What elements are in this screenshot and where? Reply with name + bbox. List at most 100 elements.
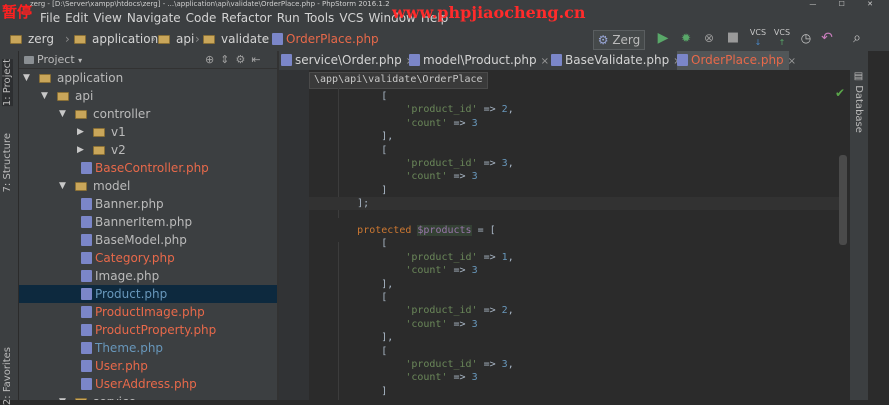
editor-tab[interactable]: model\Product.php × — [409, 51, 549, 70]
nav-crumb-application[interactable]: application — [74, 28, 158, 51]
code-line[interactable]: ] — [309, 184, 839, 197]
target-icon[interactable]: ⊕ — [205, 53, 220, 66]
chevron-down-icon[interactable]: ▼ — [23, 69, 30, 87]
tree-file[interactable]: BaseController.php — [19, 159, 277, 177]
tree-folder[interactable]: ▼ api — [19, 87, 277, 105]
tree-file[interactable]: UserAddress.php — [19, 375, 277, 393]
tree-file[interactable]: ProductImage.php — [19, 303, 277, 321]
menu-item-code[interactable]: Code — [186, 11, 217, 25]
history-icon[interactable]: ◷ — [797, 28, 815, 48]
menu-item-navigate[interactable]: Navigate — [127, 11, 181, 25]
nav-crumb-validate[interactable]: validate — [203, 28, 269, 51]
menu-item-tools[interactable]: Tools — [305, 11, 335, 25]
chevron-down-icon[interactable]: ▼ — [59, 105, 66, 123]
menu-item-run[interactable]: Run — [277, 11, 300, 25]
search-icon[interactable]: ⌕ — [848, 28, 866, 48]
revert-icon[interactable]: ↶ — [818, 28, 836, 48]
tree-file[interactable]: Category.php — [19, 249, 277, 267]
menu-item-view[interactable]: View — [93, 11, 121, 25]
code-line[interactable]: 'count' => 3 — [309, 371, 839, 384]
code-line[interactable]: 'product_id' => 1, — [309, 251, 839, 264]
code-line[interactable]: [ — [309, 345, 839, 358]
chevron-down-icon[interactable]: ▼ — [59, 177, 66, 195]
code-line[interactable]: protected $products = [ — [309, 224, 839, 237]
tab-project-tool[interactable]: 1: Project — [2, 59, 13, 107]
gear-icon[interactable]: ⚙ — [235, 53, 251, 66]
tree-folder[interactable]: ▶ v2 — [19, 141, 277, 159]
menu-item-vcs[interactable]: VCS — [339, 11, 363, 25]
tree-folder[interactable]: ▶ v1 — [19, 123, 277, 141]
nav-crumb-file[interactable]: OrderPlace.php — [272, 28, 379, 51]
code-line[interactable]: [ — [309, 291, 839, 304]
menu-item-refactor[interactable]: Refactor — [221, 11, 271, 25]
stop-icon[interactable]: ■ — [724, 28, 742, 48]
tree-folder[interactable]: ▼ application — [19, 69, 277, 87]
bug-icon[interactable]: ✹ — [677, 28, 695, 48]
coverage-icon[interactable]: ⊗ — [700, 28, 718, 48]
code-line[interactable] — [309, 211, 839, 224]
tree-item-label: controller — [93, 107, 151, 121]
code-line[interactable]: ], — [309, 130, 839, 143]
nav-crumb-api[interactable]: api — [158, 28, 194, 51]
close-icon[interactable]: × — [541, 56, 549, 67]
menu-item-file[interactable]: File — [40, 11, 60, 25]
editor-tab[interactable]: OrderPlace.php × — [677, 51, 796, 70]
project-view-select[interactable]: Project ▾ — [37, 51, 82, 69]
code-line[interactable]: ] — [309, 385, 839, 398]
php-file-icon — [81, 342, 92, 354]
code-line[interactable]: 'product_id' => 3, — [309, 157, 839, 170]
code-line[interactable]: 'count' => 3 — [309, 264, 839, 277]
chevron-right-icon[interactable]: ▶ — [77, 123, 84, 141]
code-line[interactable]: 'count' => 3 — [309, 117, 839, 130]
tab-database-tool[interactable]: ▤ Database — [853, 71, 864, 133]
tree-file[interactable]: Image.php — [19, 267, 277, 285]
code-token: 'count' — [405, 117, 448, 129]
code-token: => — [477, 305, 502, 317]
code-line[interactable]: 'count' => 3 — [309, 318, 839, 331]
tree-file[interactable]: BaseModel.php — [19, 231, 277, 249]
code-line[interactable]: 'count' => 3 — [309, 170, 839, 183]
chevron-down-icon[interactable]: ▼ — [59, 393, 66, 400]
tree-folder[interactable]: ▼ model — [19, 177, 277, 195]
collapse-icon[interactable]: ⇕ — [220, 53, 235, 66]
window-controls[interactable]: — ☐ ✕ — [809, 0, 883, 9]
chevron-down-icon[interactable]: ▼ — [41, 87, 48, 105]
code-editor[interactable]: \app\api\validate\OrderPlace [ 'product_… — [279, 70, 850, 400]
tree-folder[interactable]: ▼ service — [19, 393, 277, 400]
editor-tab[interactable]: BaseValidate.php× — [551, 51, 682, 70]
editor-tab[interactable]: service\Order.php× — [281, 51, 414, 70]
run-config-select[interactable]: ⚙ Zerg ▾ — [593, 30, 645, 64]
nav-crumb-zerg[interactable]: zerg — [10, 28, 54, 51]
code-token: 'product_id' — [405, 251, 478, 263]
tab-structure-tool[interactable]: 7: Structure — [2, 133, 13, 192]
code-line[interactable]: 'product_id' => 2, — [309, 304, 839, 317]
menu-item-edit[interactable]: Edit — [65, 11, 88, 25]
code-token: [ — [309, 91, 388, 102]
code-line[interactable]: [ — [309, 90, 839, 103]
tree-file[interactable]: Banner.php — [19, 195, 277, 213]
code-line[interactable]: 'product_id' => 3, — [309, 358, 839, 371]
code-line[interactable]: ]; — [309, 197, 839, 211]
code-line[interactable]: 'product_id' => 2, — [309, 103, 839, 116]
tab-favorites-tool[interactable]: 2: Favorites — [2, 347, 13, 405]
play-icon[interactable]: ▶ — [655, 28, 671, 48]
vcs-commit-icon[interactable]: VCS ↑ — [772, 28, 792, 48]
tree-file[interactable]: Product.php — [19, 285, 277, 303]
tree-file[interactable]: BannerItem.php — [19, 213, 277, 231]
vcs-update-icon[interactable]: VCS ↓ — [748, 28, 768, 48]
hide-icon[interactable]: ⇤ — [251, 53, 266, 66]
code-line[interactable]: ], — [309, 278, 839, 291]
code-line[interactable]: [ — [309, 237, 839, 250]
tree-file[interactable]: Theme.php — [19, 339, 277, 357]
chevron-right-icon[interactable]: ▶ — [77, 141, 84, 159]
tree-folder[interactable]: ▼ controller — [19, 105, 277, 123]
editor-scrollbar[interactable] — [839, 155, 847, 245]
tree-file[interactable]: ProductProperty.php — [19, 321, 277, 339]
close-icon[interactable]: × — [788, 56, 796, 67]
tree-file[interactable]: User.php — [19, 357, 277, 375]
editor-breadcrumb[interactable]: \app\api\validate\OrderPlace — [309, 72, 488, 89]
code-line[interactable]: [ — [309, 144, 839, 157]
code-line[interactable]: ], — [309, 331, 839, 344]
